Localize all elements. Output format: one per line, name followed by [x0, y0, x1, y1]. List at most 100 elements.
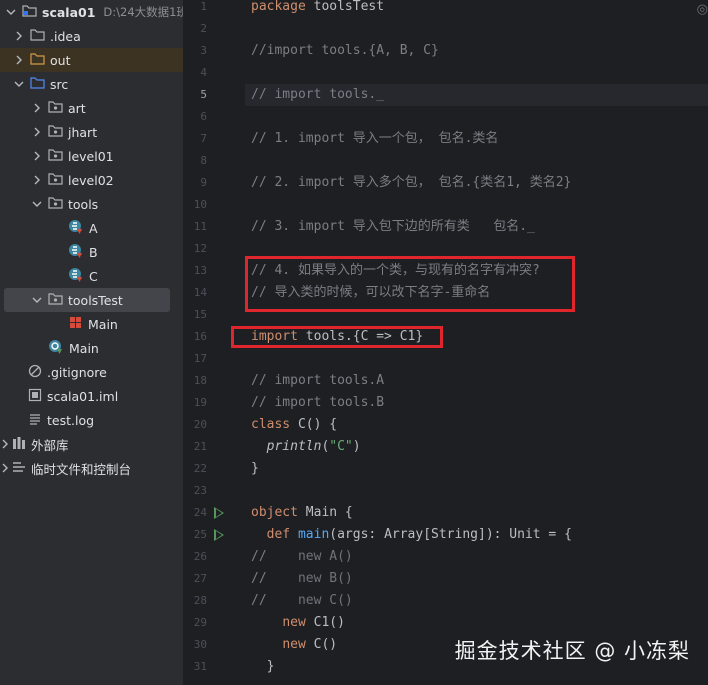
reader-mode-icon[interactable]: ◎: [697, 2, 708, 17]
source-folder-icon: [30, 76, 45, 92]
code-line-28: // new C(): [251, 593, 353, 608]
code-line-21: println("C"): [266, 439, 361, 454]
tree-item-scala01[interactable]: scala01 D:\24大数据1班gw: [0, 0, 183, 24]
code-line-3: //import tools.{A, B, C}: [251, 43, 439, 58]
chevron-down-icon[interactable]: [14, 79, 24, 89]
chevron-down-icon[interactable]: [32, 295, 42, 305]
line-number: 17: [193, 352, 207, 365]
package-icon: [48, 148, 63, 164]
package-icon: [48, 292, 63, 308]
run-main-icon[interactable]: [214, 529, 224, 541]
tree-item-jhart[interactable]: jhart: [0, 120, 183, 144]
code-line-18: // import tools.A: [251, 373, 385, 388]
scala-class-icon: [68, 219, 84, 238]
tree-item-label: level02: [68, 172, 114, 188]
chevron-right-icon[interactable]: [14, 31, 24, 41]
line-number: 19: [193, 396, 207, 409]
scratches-icon: [12, 460, 26, 477]
line-number: 3: [200, 44, 207, 57]
tree-item-main-file[interactable]: Main: [0, 312, 183, 336]
code-line-7: // 1. import 导入一个包， 包名.类名: [251, 131, 499, 146]
scala-file-icon: [68, 315, 83, 333]
tree-item-art[interactable]: art: [0, 96, 183, 120]
code-line-24: object Main {: [251, 505, 353, 520]
run-object-icon[interactable]: [214, 507, 224, 519]
chevron-right-icon[interactable]: [0, 463, 10, 473]
tree-item-idea[interactable]: .idea: [0, 24, 183, 48]
chevron-right-icon[interactable]: [32, 175, 42, 185]
project-folder-icon: [22, 4, 37, 20]
scala-object-icon: [48, 339, 64, 358]
tree-item-class-c[interactable]: C: [0, 264, 183, 288]
code-line-30: new C(): [282, 637, 338, 652]
line-number: 20: [193, 418, 207, 431]
folder-icon: [30, 28, 45, 44]
code-line-11: // 3. import 导入包下边的所有类 包名._: [251, 219, 535, 234]
package-icon: [48, 100, 63, 116]
tree-item-label: src: [50, 76, 69, 92]
code-line-20: class C() {: [251, 417, 338, 432]
tree-item-label: B: [89, 244, 98, 260]
tree-item-level01[interactable]: level01: [0, 144, 183, 168]
line-number: 28: [193, 594, 207, 607]
tree-item-class-a[interactable]: A: [0, 216, 183, 240]
line-number: 29: [193, 616, 207, 629]
tree-item-label: art: [68, 100, 86, 116]
line-number: 7: [200, 132, 207, 145]
annotation-box-rename-comment: [245, 256, 575, 312]
code-line-29: new C1(): [282, 615, 345, 630]
watermark: 掘金技术社区 @ 小冻梨: [454, 639, 690, 663]
tree-item-iml[interactable]: scala01.iml: [0, 384, 183, 408]
line-number: 10: [193, 198, 207, 211]
tree-item-label: C: [89, 268, 98, 284]
tree-item-main-object[interactable]: Main: [0, 336, 183, 360]
line-number: 23: [193, 484, 207, 497]
line-number: 21: [193, 440, 207, 453]
line-number: 30: [193, 638, 207, 651]
text-file-icon: [28, 412, 42, 429]
tree-item-test-log[interactable]: test.log: [0, 408, 183, 432]
line-number: 18: [193, 374, 207, 387]
tree-item-label: .idea: [50, 28, 81, 44]
module-file-icon: [28, 388, 42, 405]
tree-item-label: .gitignore: [47, 364, 107, 380]
chevron-down-icon[interactable]: [6, 7, 16, 17]
tree-item-label: toolsTest: [68, 292, 123, 308]
tree-item-label: 临时文件和控制台: [31, 461, 132, 477]
tree-item-gitignore[interactable]: .gitignore: [0, 360, 183, 384]
line-number: 13: [193, 264, 207, 277]
chevron-right-icon[interactable]: [32, 151, 42, 161]
chevron-right-icon[interactable]: [32, 103, 42, 113]
line-number: 15: [193, 308, 207, 321]
line-number: 22: [193, 462, 207, 475]
chevron-right-icon[interactable]: [14, 55, 24, 65]
tree-item-level02[interactable]: level02: [0, 168, 183, 192]
tree-item-label: test.log: [47, 412, 95, 428]
line-number: 6: [200, 110, 207, 123]
tree-item-src[interactable]: src: [0, 72, 183, 96]
chevron-right-icon[interactable]: [0, 439, 10, 449]
line-number: 4: [200, 66, 207, 79]
tree-item-external-libraries[interactable]: 外部库: [0, 432, 183, 456]
tree-item-label: Main: [69, 340, 99, 356]
tree-item-tools[interactable]: tools: [0, 192, 183, 216]
chevron-down-icon[interactable]: [32, 199, 42, 209]
code-line-5: // import tools._: [251, 87, 385, 102]
tree-item-toolsTest[interactable]: toolsTest: [4, 288, 170, 312]
code-line-31: }: [266, 659, 275, 674]
library-icon: [12, 436, 26, 453]
package-icon: [48, 124, 63, 140]
code-editor[interactable]: 1 2 3 4 5 6 7 8 9 10 11 12 13 14 15 16 17 18 19 20 21 22 23 24 2…: [183, 0, 708, 685]
line-number: 24: [193, 506, 207, 519]
tree-item-class-b[interactable]: B: [0, 240, 183, 264]
line-number: 31: [193, 660, 207, 673]
chevron-right-icon[interactable]: [32, 127, 42, 137]
tree-item-out[interactable]: out: [0, 48, 183, 72]
line-number: 27: [193, 572, 207, 585]
project-path: D:\24大数据1班gw: [103, 5, 183, 19]
tree-item-scratches[interactable]: 临时文件和控制台: [0, 456, 183, 480]
tree-item-label: out: [50, 52, 71, 68]
line-number: 26: [193, 550, 207, 563]
line-number: 8: [200, 154, 207, 167]
tree-item-label: A: [89, 220, 98, 236]
